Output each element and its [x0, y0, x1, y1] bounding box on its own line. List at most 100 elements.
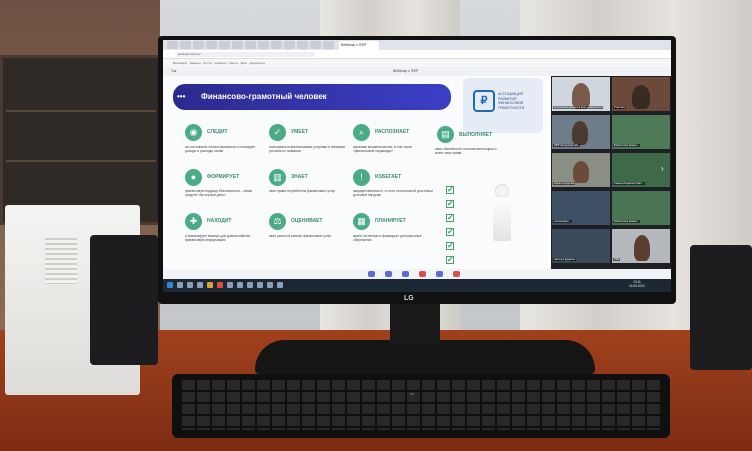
figure-illustration	[493, 197, 511, 241]
participant-tile[interactable]: ПФР Калужская обл.	[552, 115, 610, 149]
browser-tab[interactable]	[193, 41, 204, 49]
presentation-slide: Финансово-грамотный человек ••• ₽ АССОЦИ…	[163, 76, 548, 292]
screen: Вебинар с ПФР webinar.ru/room/... Вебина…	[163, 40, 671, 292]
skill-title: ПЛАНИРУЕТ	[375, 218, 406, 224]
taskbar-icon[interactable]	[237, 282, 243, 288]
participant-tile[interactable]: Ирина Сидорова	[552, 153, 610, 187]
dots-icon: •••	[177, 92, 186, 101]
skill-title: ОЦЕНИВАЕТ	[291, 218, 323, 224]
browser-tab[interactable]	[323, 41, 334, 49]
monitor-stand-base	[255, 340, 595, 374]
browser-tab[interactable]	[245, 41, 256, 49]
cabinet-shelf	[6, 160, 156, 162]
ruble-logo-icon: ₽	[473, 90, 495, 112]
taskbar-icon[interactable]	[247, 282, 253, 288]
participant-video-grid: Ассоциация развития фин. грамотности Уча…	[551, 76, 671, 269]
figure-illustration	[495, 184, 509, 198]
glass-cabinet	[0, 55, 165, 225]
browser-tab[interactable]	[258, 41, 269, 49]
checkbox-icon: ✓	[446, 255, 454, 264]
participants-icon[interactable]	[436, 271, 443, 277]
browser-tab[interactable]	[167, 41, 178, 49]
calendar-icon: ▦	[353, 213, 370, 230]
participant-tile[interactable]: Участник	[612, 77, 670, 111]
bookmarks-bar[interactable]: Вебинары · Каналы · Почта · Сервисы · Ка…	[163, 59, 671, 67]
folder-icon[interactable]	[207, 282, 213, 288]
taskbar-icon[interactable]	[227, 282, 233, 288]
skill-desc: свои права потребителя финансовых услуг	[269, 189, 336, 193]
participant-tile[interactable]: Библиотека финан...	[612, 191, 670, 225]
taskbar-icon[interactable]	[187, 282, 193, 288]
checkbox-icon: ✓	[446, 185, 454, 194]
taskbar-icon[interactable]	[197, 282, 203, 288]
keyboard-brand-logo: hp	[410, 391, 415, 396]
skill-title: ЗНАЕТ	[291, 174, 308, 180]
screen-share-icon[interactable]	[402, 271, 409, 277]
skill-desc: закредитованности, то есть непосильной д…	[353, 189, 433, 198]
skill-title: ВЫПОЛНЯЕТ	[459, 132, 492, 138]
document-icon: ▤	[437, 126, 454, 143]
checkbox-icon: ✓	[446, 199, 454, 208]
clock-date: 16.06.2021	[629, 284, 645, 288]
skill-title: РАСПОЗНАЕТ	[375, 129, 410, 135]
browser-tab[interactable]	[232, 41, 243, 49]
piggy-bank-icon: ●	[185, 169, 202, 186]
taskbar-icon[interactable]	[177, 282, 183, 288]
skill-item: ▥	[269, 169, 359, 186]
participant-tile[interactable]: ЛМК	[612, 229, 670, 263]
skill-title: ФОРМИРУЕТ	[207, 174, 239, 180]
participant-tile[interactable]: Ассоциация ...	[552, 191, 610, 225]
browser-tab[interactable]	[310, 41, 321, 49]
conference-header: Ток Вебинар с ПФР	[163, 67, 671, 76]
skill-desc: свои обязанности налогоплательщика и зна…	[435, 147, 497, 156]
browser-tab[interactable]	[180, 41, 191, 49]
taskbar-icon[interactable]	[267, 282, 273, 288]
skill-desc: финансовую подушку безопасности – запас …	[185, 189, 253, 198]
browser-tab[interactable]	[284, 41, 295, 49]
conference-app-label: Ток	[171, 69, 177, 73]
skill-title: ИЗБЕГАЕТ	[375, 174, 402, 180]
checkbox-icon: ✓	[446, 241, 454, 250]
camera-icon[interactable]	[385, 271, 392, 277]
browser-tab[interactable]	[219, 41, 230, 49]
eye-icon: ◉	[185, 124, 202, 141]
skill-desc: жизнь на пенсии и формирует долгосрочные…	[353, 234, 422, 243]
microphone-icon[interactable]	[419, 271, 426, 277]
chat-icon[interactable]	[368, 271, 375, 277]
skill-desc: и анализирует важную для домохозяйства ф…	[185, 234, 251, 243]
browser-tab[interactable]	[271, 41, 282, 49]
participant-tile[interactable]: Библиотека финан...	[612, 115, 670, 149]
browser-icon[interactable]	[217, 282, 223, 288]
keyboard-keys	[182, 380, 660, 430]
participant-tile[interactable]: Ассоциация развития фин. грамотности	[552, 77, 610, 111]
browser-tab[interactable]	[206, 41, 217, 49]
conference-title: Вебинар с ПФР	[393, 69, 419, 73]
thumb-icon: ✓	[269, 124, 286, 141]
taskbar-icon[interactable]	[257, 282, 263, 288]
browser-tab[interactable]	[297, 41, 308, 49]
skill-desc: пользоваться финансовыми услугами и пони…	[269, 145, 346, 154]
taskbar-clock[interactable]: 13:11 16.06.2021	[629, 280, 645, 288]
browser-active-tab[interactable]: Вебинар с ПФР	[339, 41, 379, 50]
slide-title: Финансово-грамотный человек	[173, 84, 451, 110]
book-icon: ▥	[269, 169, 286, 186]
skill-desc: за состоянием личных финансов и планируе…	[185, 145, 256, 154]
participant-tile[interactable]: Наталья Дудкина	[552, 229, 610, 263]
speaker-left	[90, 235, 158, 365]
skill-desc: признаки мошенничества, в том числе «фин…	[353, 145, 413, 154]
checkbox-icon: ✓	[446, 227, 454, 236]
skill-title: УМЕЕТ	[291, 129, 308, 135]
skill-title: СЛЕДИТ	[207, 129, 228, 135]
chevron-right-icon[interactable]: ›	[661, 164, 664, 173]
skill-desc: свои риски на рынках финансовых услуг	[269, 234, 332, 238]
scales-icon: ⚖	[269, 213, 286, 230]
start-icon[interactable]	[167, 282, 173, 288]
skill-title: НАХОДИТ	[207, 218, 232, 224]
cabinet-shelf	[6, 110, 156, 112]
taskbar-icon[interactable]	[277, 282, 283, 288]
url-field[interactable]: webinar.ru/room/...	[175, 52, 315, 57]
monitor-brand-logo: LG	[404, 295, 414, 302]
hang-up-icon[interactable]	[453, 271, 460, 277]
taskbar: 13:11 16.06.2021	[163, 279, 671, 292]
conference-controls	[163, 269, 671, 279]
